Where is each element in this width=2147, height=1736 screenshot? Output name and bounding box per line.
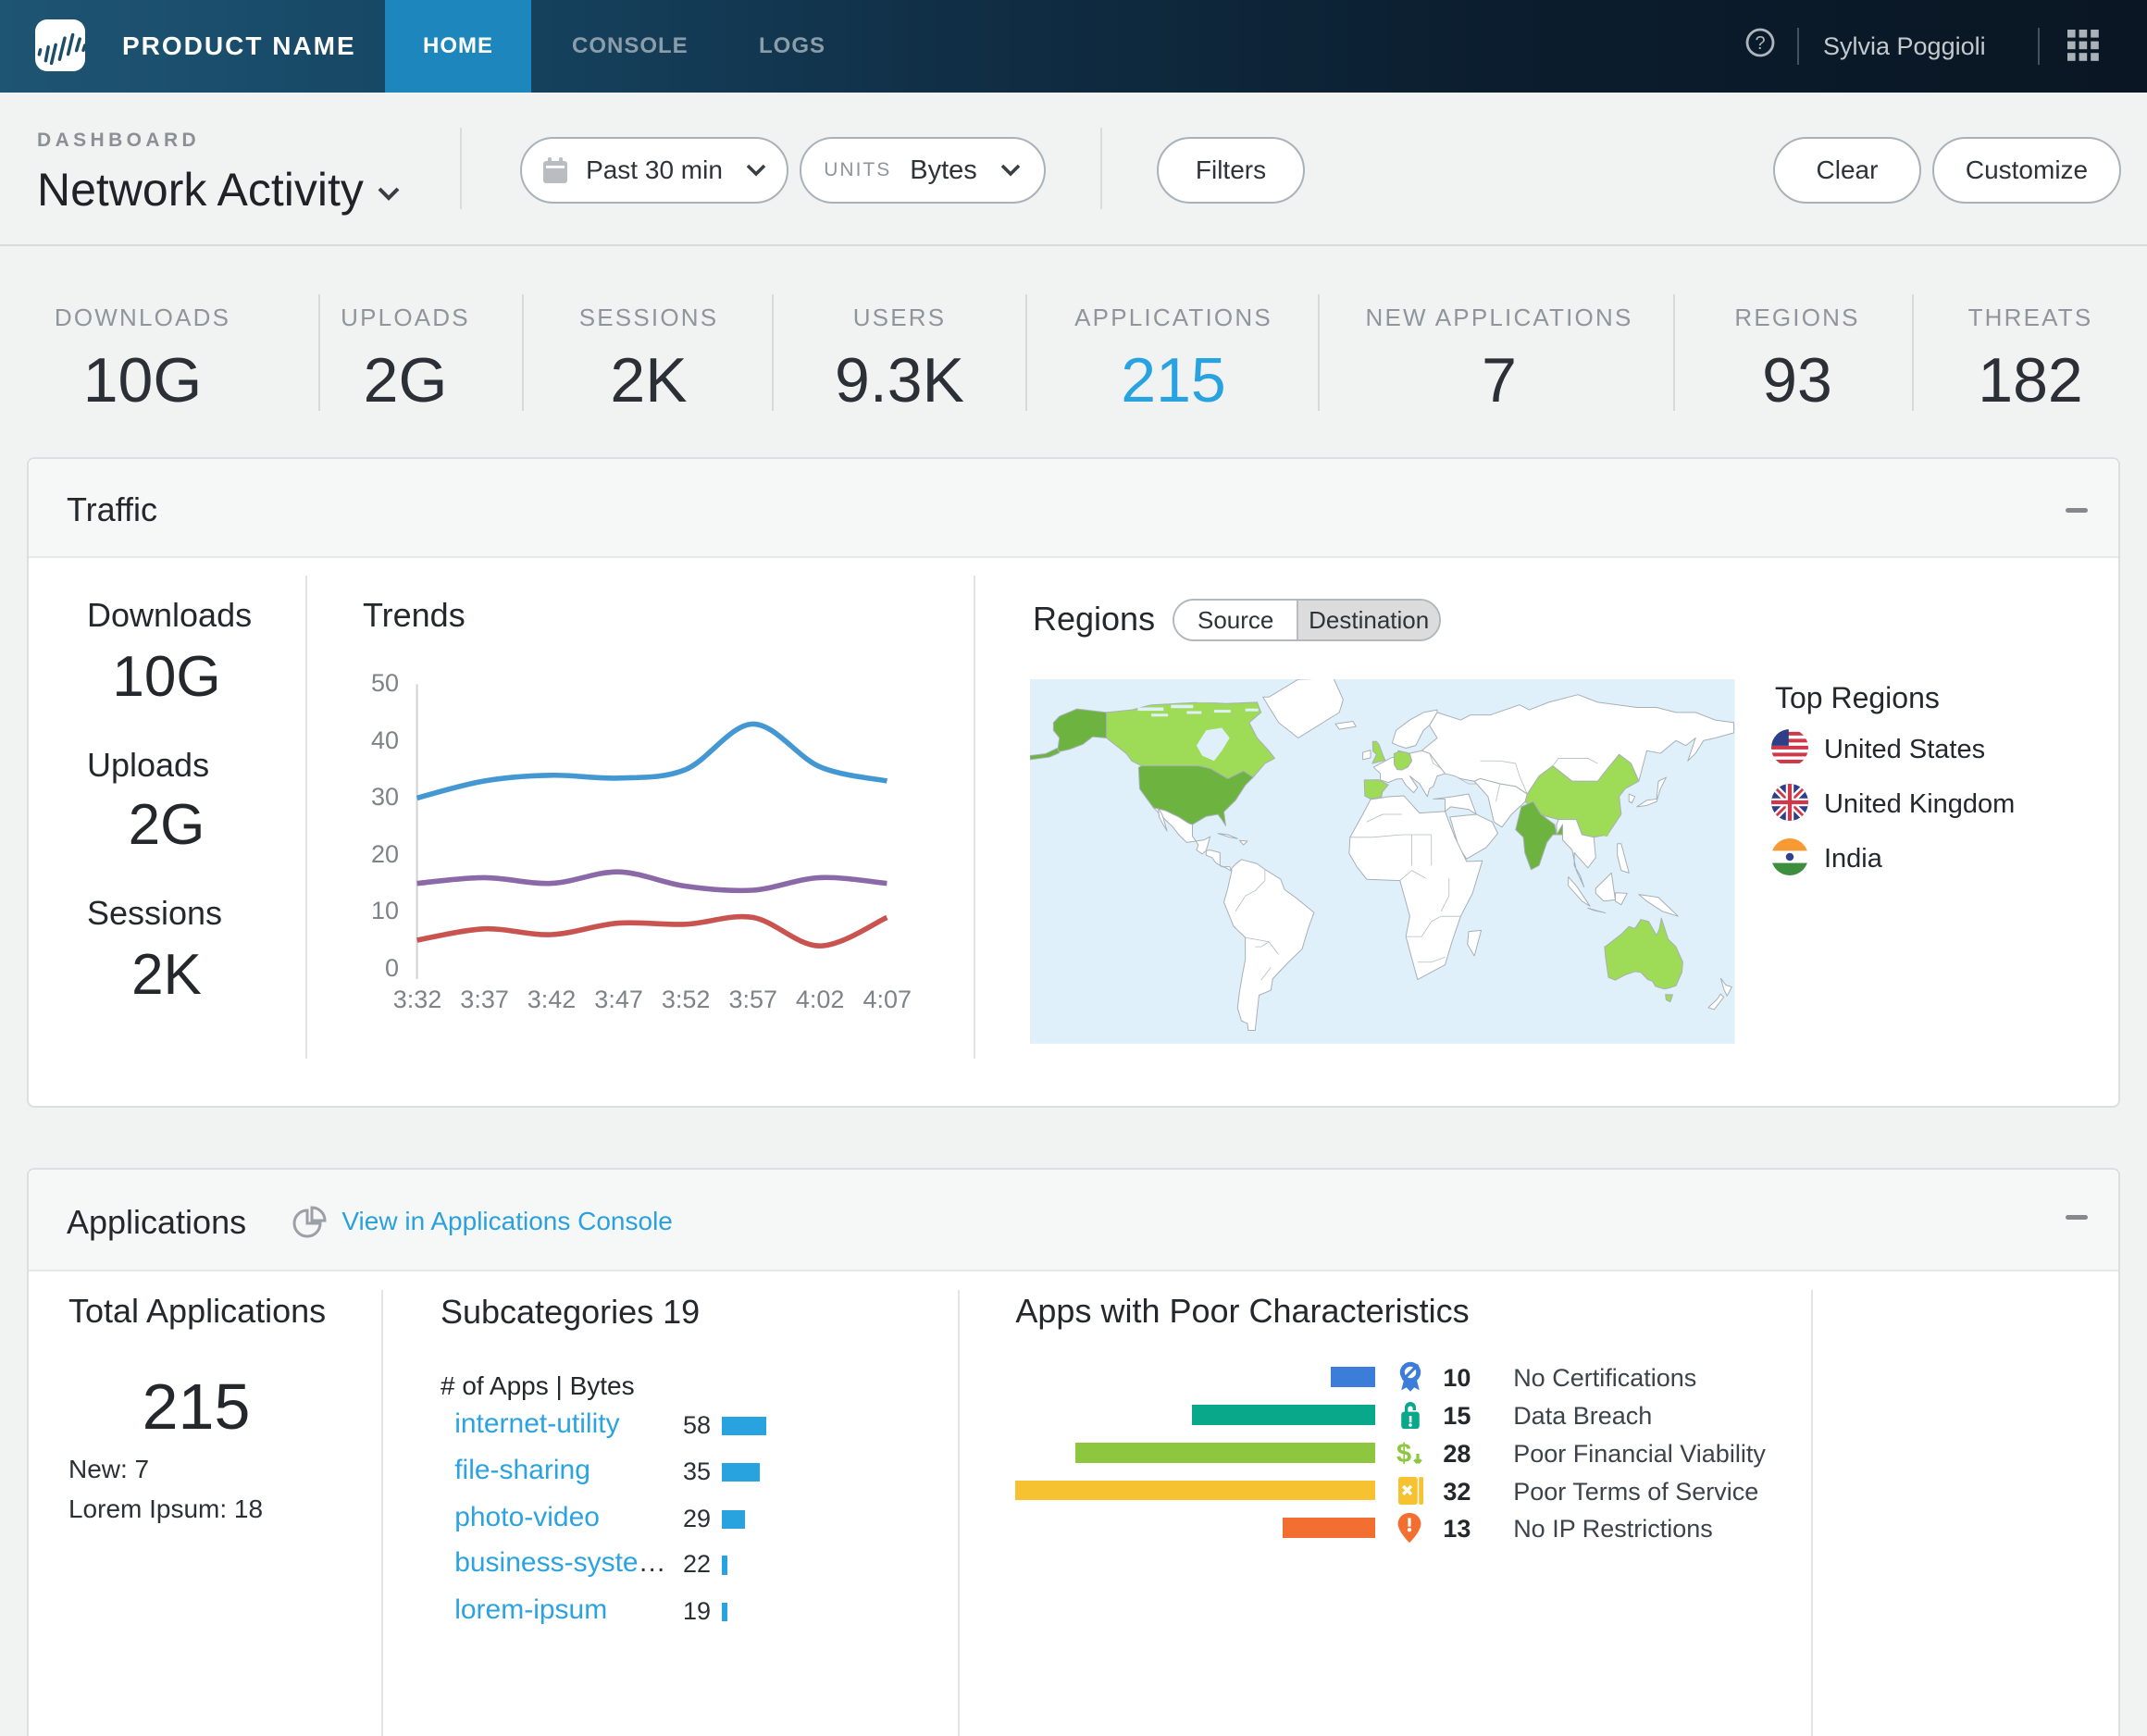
svg-text:?: ? [1755, 33, 1765, 54]
